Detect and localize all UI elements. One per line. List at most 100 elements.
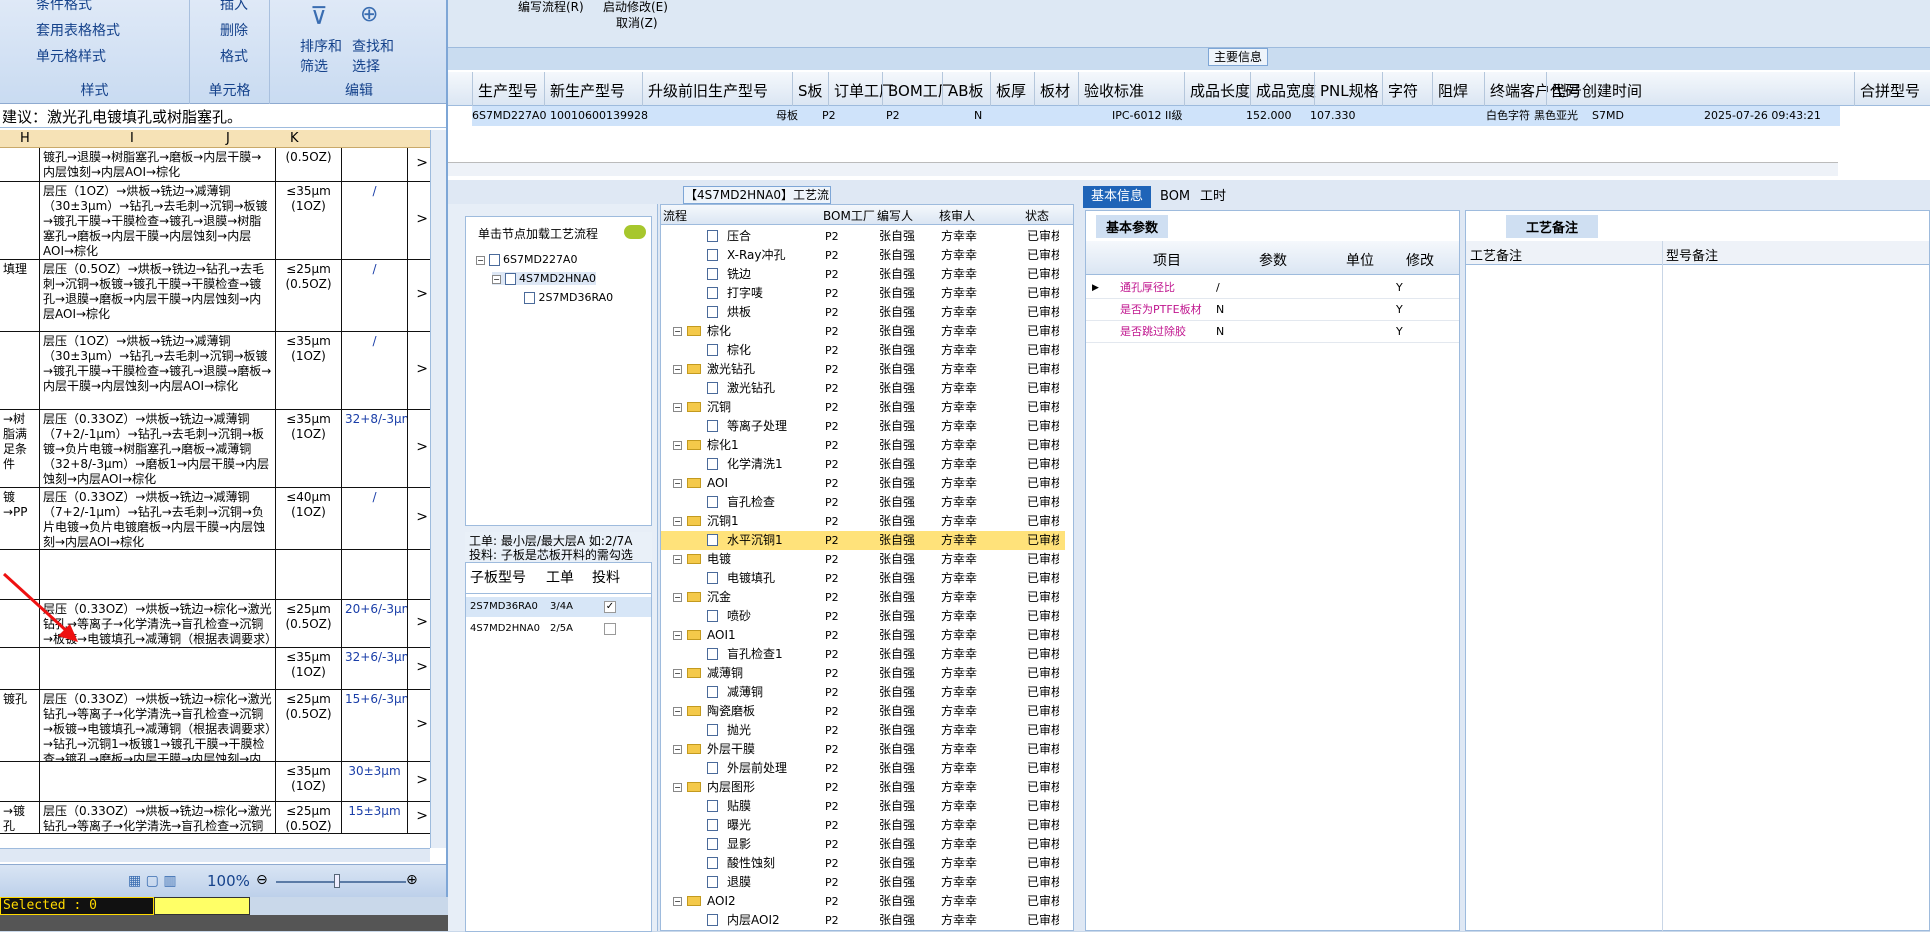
cell-h[interactable]: 镀→PP — [0, 488, 40, 549]
main-cell[interactable]: 107.330 — [1310, 106, 1356, 126]
col-h[interactable]: H — [20, 131, 30, 146]
flow-row[interactable]: 铣边 P2 张自强 方幸幸 已审核 — [661, 265, 1065, 284]
collapse-icon[interactable]: − — [673, 745, 682, 754]
flow-row[interactable]: − 电镀 P2 张自强 方幸幸 已审核 — [661, 550, 1065, 569]
main-cell[interactable]: 2025-07-26 09:43:21 — [1704, 106, 1821, 126]
cell-j[interactable]: (0.5OZ) — [276, 148, 342, 181]
main-col-header[interactable]: BOM工厂 — [888, 80, 953, 101]
main-cell[interactable]: P2 — [822, 106, 836, 126]
memo-col-model[interactable]: 型号备注 — [1666, 245, 1718, 264]
cell-i[interactable]: 镀孔→退膜→树脂塞孔→磨板→内层干膜→内层蚀刻→内层AOI→棕化 — [40, 148, 276, 181]
main-col-header[interactable]: S板 — [798, 80, 823, 101]
main-cell[interactable]: S7MD — [1592, 106, 1624, 126]
cell-h[interactable] — [0, 762, 40, 801]
excel-row[interactable]: ≤35μm (1OZ) 30±3μm > — [0, 762, 430, 802]
excel-row[interactable]: 填理 层压（0.5OZ）→烘板→铣边→钻孔→去毛刺→沉铜→板镀→镀孔干膜→干膜检查… — [0, 260, 430, 332]
flow-row[interactable]: − 棕化 P2 张自强 方幸幸 已审核 — [661, 322, 1065, 341]
sub-col-header[interactable]: 投料 — [592, 567, 620, 587]
flow-col-header[interactable]: 状态 — [1025, 207, 1049, 224]
main-cell[interactable]: IPC-6012 II级 — [1112, 106, 1183, 126]
zoom-out-icon[interactable]: ⊖ — [256, 872, 268, 888]
flow-row[interactable]: 酸性蚀刻 P2 张自强 方幸幸 已审核 — [661, 854, 1065, 873]
flow-row[interactable]: 激光钻孔 P2 张自强 方幸幸 已审核 — [661, 379, 1065, 398]
excel-row[interactable]: →树脂满足条件 层压（0.33OZ）→烘板→铣边→减薄铜（7+2/-1μm）→钻孔… — [0, 410, 430, 488]
main-col-header[interactable]: 升级前旧生产型号 — [648, 80, 768, 101]
conditional-format-button[interactable]: 条件格式 — [36, 0, 92, 14]
cell-j[interactable]: ≤25μm (0.5OZ) — [276, 802, 342, 833]
main-table-scrollbar[interactable] — [448, 162, 1838, 176]
cell-k[interactable]: 30±3μm — [342, 762, 408, 801]
flow-row[interactable]: − 陶瓷磨板 P2 张自强 方幸幸 已审核 — [661, 702, 1065, 721]
collapse-icon[interactable]: − — [673, 479, 682, 488]
flow-row[interactable]: 抛光 P2 张自强 方幸幸 已审核 — [661, 721, 1065, 740]
params-col-header[interactable]: 修改 — [1388, 250, 1452, 270]
tree-node-root[interactable]: − 6S7MD227A0 — [476, 253, 577, 266]
cell-h[interactable]: 填理 — [0, 260, 40, 331]
cell-j[interactable]: ≤35μm (1OZ) — [276, 182, 342, 259]
sub-col-header[interactable]: 子板型号 — [470, 567, 526, 587]
main-col-header[interactable]: 成品宽度 — [1256, 80, 1316, 101]
cell-i[interactable]: 层压（0.33OZ）→烘板→铣边→减薄铜（7+2/-1μm）→钻孔→去毛刺→沉铜… — [40, 410, 276, 487]
main-col-header[interactable]: 字符 — [1388, 80, 1418, 101]
table-format-button[interactable]: 套用表格格式 — [36, 20, 120, 40]
params-col-header[interactable]: 单位 — [1332, 250, 1388, 270]
cell-h[interactable] — [0, 332, 40, 409]
main-table-row[interactable]: 6S7MD227A0 10010600139928 母板 P2 P2 N IPC-6012 … — [472, 106, 1840, 126]
main-col-header[interactable]: 板厚 — [996, 80, 1026, 101]
cell-i[interactable] — [40, 762, 276, 801]
row-arrow-icon[interactable]: > — [416, 440, 428, 455]
excel-row[interactable]: 镀孔→退膜→树脂塞孔→磨板→内层干膜→内层蚀刻→内层AOI→棕化 (0.5OZ) > — [0, 148, 430, 182]
vertical-scrollbar[interactable] — [430, 130, 446, 848]
cell-i[interactable]: 层压（0.33OZ）→烘板→铣边→棕化→激光钻孔→等离子→化学清洗→盲孔检查→沉… — [40, 690, 276, 761]
flow-row[interactable]: − 内层图形 P2 张自强 方幸幸 已审核 — [661, 778, 1065, 797]
collapse-icon[interactable]: − — [673, 365, 682, 374]
main-col-header[interactable]: 新生产型号 — [550, 80, 625, 101]
excel-row[interactable]: 镀→PP 层压（0.33OZ）→烘板→铣边→减薄铜（7+2/-1μm）→钻孔→去毛… — [0, 488, 430, 550]
cell-i[interactable]: 层压（0.33OZ）→烘板→铣边→棕化→激光钻孔→等离子→化学清洗→盲孔检查→沉… — [40, 802, 276, 833]
main-cell[interactable]: 10010600139928 — [550, 106, 648, 126]
zoom-slider-thumb[interactable] — [334, 874, 340, 888]
format-button[interactable]: 格式 — [220, 46, 248, 66]
cell-k[interactable]: 20+6/-3μm — [342, 600, 408, 647]
main-col-header[interactable]: 阻焊 — [1438, 80, 1468, 101]
cell-h[interactable] — [0, 648, 40, 689]
row-arrow-icon[interactable]: > — [416, 717, 428, 732]
cell-h[interactable]: 镀孔 — [0, 690, 40, 761]
flow-col-header[interactable]: BOM工厂 — [823, 207, 875, 224]
cancel-button[interactable]: 取消(Z) — [616, 14, 658, 31]
cell-j[interactable]: ≤25μm (0.5OZ) — [276, 600, 342, 647]
main-cell[interactable]: N — [974, 106, 982, 126]
flow-row[interactable]: 电镀填孔 P2 张自强 方幸幸 已审核 — [661, 569, 1065, 588]
flow-row[interactable]: 外层前处理 P2 张自强 方幸幸 已审核 — [661, 759, 1065, 778]
flow-row[interactable]: X-Ray冲孔 P2 张自强 方幸幸 已审核 — [661, 246, 1065, 265]
collapse-icon[interactable]: − — [673, 669, 682, 678]
cell-h[interactable] — [0, 148, 40, 181]
sheet-grid[interactable]: 镀孔→退膜→树脂塞孔→磨板→内层干膜→内层蚀刻→内层AOI→棕化 (0.5OZ) >… — [0, 148, 430, 848]
edit-flow-button[interactable]: 编写流程(R) — [518, 0, 584, 15]
process-flow-tab[interactable]: 【4S7MD2HNA0】工艺流程 — [683, 186, 831, 218]
flow-row[interactable]: − AOI P2 张自强 方幸幸 已审核 — [661, 474, 1065, 493]
cell-style-button[interactable]: 单元格样式 — [36, 46, 106, 66]
cell-i[interactable] — [40, 648, 276, 689]
collapse-icon[interactable]: − — [673, 327, 682, 336]
flow-row[interactable]: − 外层干膜 P2 张自强 方幸幸 已审核 — [661, 740, 1065, 759]
flow-row[interactable]: 化学清洗1 P2 张自强 方幸幸 已审核 — [661, 455, 1065, 474]
flow-row[interactable]: 烘板 P2 张自强 方幸幸 已审核 — [661, 303, 1065, 322]
main-col-header[interactable]: AB板 — [948, 80, 984, 101]
flow-col-header[interactable]: 流程 — [663, 207, 687, 224]
col-j[interactable]: J — [226, 131, 230, 146]
sub-col-header[interactable]: 工单 — [546, 567, 574, 587]
excel-row[interactable]: 层压（1OZ）→烘板→铣边→减薄铜（30±3μm）→钻孔→去毛刺→沉铜→板镀→镀… — [0, 332, 430, 410]
flow-row[interactable]: 压合 P2 张自强 方幸幸 已审核 — [661, 227, 1065, 246]
params-row[interactable]: 是否为PTFE板材 N Y — [1086, 299, 1459, 321]
flow-row[interactable]: − AOI2 P2 张自强 方幸幸 已审核 — [661, 892, 1065, 911]
cell-k[interactable]: 15+6/-3μm — [342, 690, 408, 761]
row-arrow-icon[interactable]: > — [416, 212, 428, 227]
feed-checkbox[interactable]: ✓ — [604, 601, 616, 613]
flow-row[interactable]: − AOI1 P2 张自强 方幸幸 已审核 — [661, 626, 1065, 645]
col-i[interactable]: I — [130, 131, 134, 146]
cell-j[interactable]: ≤35μm (1OZ) — [276, 648, 342, 689]
flow-row[interactable]: 减薄铜 P2 张自强 方幸幸 已审核 — [661, 683, 1065, 702]
flow-row[interactable]: 等离子处理 P2 张自强 方幸幸 已审核 — [661, 417, 1065, 436]
delete-button[interactable]: 删除 — [220, 20, 248, 40]
